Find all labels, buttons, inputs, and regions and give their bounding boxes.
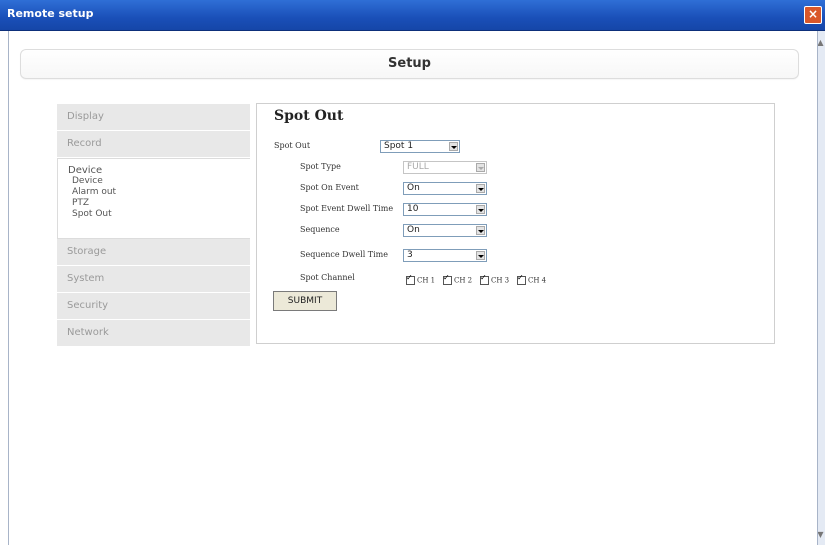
submenu-alarm-out[interactable]: Alarm out (68, 187, 250, 198)
chevron-down-icon (476, 226, 485, 235)
menu-item-security[interactable]: Security (57, 293, 250, 320)
spot-out-select[interactable]: Spot 1 (380, 140, 460, 153)
spot-on-event-select[interactable]: On (403, 182, 487, 195)
menu-item-display[interactable]: Display (57, 104, 250, 131)
spot-on-event-label: Spot On Event (300, 183, 359, 192)
spot-type-select: FULL (403, 161, 487, 174)
sequence-select[interactable]: On (403, 224, 487, 237)
checkbox-checked-icon (480, 273, 489, 285)
submenu-ptz[interactable]: PTZ (68, 198, 250, 209)
close-icon[interactable]: × (804, 6, 822, 24)
spot-out-label: Spot Out (274, 141, 311, 150)
checkbox-checked-icon (406, 273, 415, 285)
channel-label-ch4: CH 4 (528, 276, 547, 285)
chevron-down-icon (449, 142, 458, 151)
chevron-down-icon (476, 205, 485, 214)
menu-item-record[interactable]: Record (57, 131, 250, 158)
chevron-down-icon (476, 251, 485, 260)
sequence-dwell-time-label: Sequence Dwell Time (300, 250, 389, 259)
channel-checkbox-ch3[interactable]: CH 3 (480, 273, 510, 285)
window-title: Remote setup (7, 7, 94, 20)
setup-menu: Display Record Device Device Alarm out P… (57, 104, 250, 347)
spot-event-dwell-time-select[interactable]: 10 (403, 203, 487, 216)
channel-label-ch1: CH 1 (417, 276, 436, 285)
menu-item-system[interactable]: System (57, 266, 250, 293)
setup-header: Setup (20, 49, 799, 79)
submit-button[interactable]: SUBMIT (273, 291, 337, 311)
sequence-dwell-time-select[interactable]: 3 (403, 249, 487, 262)
spot-type-value: FULL (407, 162, 429, 172)
spot-out-value: Spot 1 (384, 141, 414, 151)
panel-heading: Spot Out (274, 108, 344, 124)
chevron-down-icon (476, 163, 485, 172)
menu-item-network[interactable]: Network (57, 320, 250, 347)
chevron-down-icon (476, 184, 485, 193)
spot-event-dwell-time-label: Spot Event Dwell Time (300, 204, 394, 213)
channel-checkbox-ch1[interactable]: CH 1 (406, 273, 436, 285)
submenu-spot-out[interactable]: Spot Out (68, 209, 250, 220)
channel-label-ch3: CH 3 (491, 276, 510, 285)
spot-on-event-value: On (407, 183, 420, 193)
sequence-label: Sequence (300, 225, 340, 234)
sequence-value: On (407, 225, 420, 235)
title-bar: Remote setup × (0, 0, 825, 31)
spot-event-dwell-time-value: 10 (407, 204, 419, 214)
spot-out-panel: Spot Out Spot Out Spot 1 Spot Type FULL … (256, 103, 775, 344)
spot-channel-label: Spot Channel (300, 273, 355, 282)
menu-item-storage[interactable]: Storage (57, 239, 250, 266)
menu-item-device-group: Device Device Alarm out PTZ Spot Out (57, 158, 250, 239)
checkbox-checked-icon (517, 273, 526, 285)
page-title: Setup (388, 56, 431, 71)
submenu-device[interactable]: Device (68, 176, 250, 187)
sequence-dwell-time-value: 3 (407, 250, 413, 260)
channel-checkbox-ch2[interactable]: CH 2 (443, 273, 473, 285)
menu-item-device[interactable]: Device (68, 165, 250, 176)
channel-checkbox-ch4[interactable]: CH 4 (517, 273, 547, 285)
channel-label-ch2: CH 2 (454, 276, 473, 285)
checkbox-checked-icon (443, 273, 452, 285)
spot-type-label: Spot Type (300, 162, 341, 171)
